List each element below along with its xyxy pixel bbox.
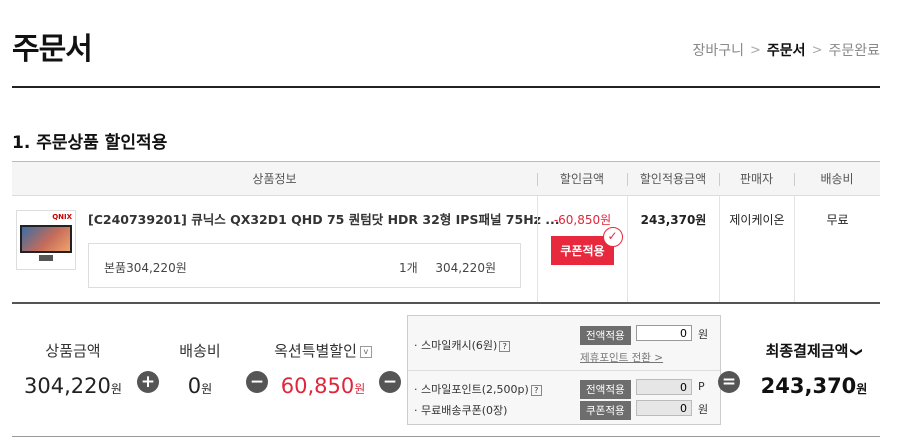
discount-cell: -60,850원 쿠폰적용 ✓ (537, 196, 627, 302)
smile-cash-label: · 스마일캐시(6원)? (414, 337, 511, 353)
check-icon: ✓ (602, 227, 623, 247)
discount-amount: -60,850원 (553, 213, 612, 227)
points-panel: · 스마일캐시(6원)? 전액적용 원 제휴포인트 전환 > · 스마일포인트(… (407, 315, 721, 425)
seller-name[interactable]: 제이케이온 (729, 213, 784, 227)
option-box: 본품304,220원 1개 304,220원 (88, 243, 521, 288)
final-amount-label[interactable]: 최종결제금액 ❯ (749, 340, 879, 361)
minus-icon: − (379, 371, 401, 393)
chevron-down-icon[interactable]: v (359, 345, 372, 358)
chevron-right-icon: > (811, 42, 823, 58)
product-brand: QNIX (52, 213, 72, 221)
minus-icon: − (246, 371, 268, 393)
shipping-cell: 무료 (794, 196, 880, 302)
product-name[interactable]: [C240739201] 큐닉스 QX32D1 QHD 75 퀀텀닷 HDR 3… (88, 209, 560, 228)
monitor-stand-image (39, 255, 53, 261)
applied-amount: 243,370원 (640, 213, 707, 227)
breadcrumb: 장바구니 > 주문서 > 주문완료 (692, 40, 880, 60)
page-title: 주문서 (12, 32, 93, 67)
smile-cash-apply-button[interactable]: 전액적용 (580, 326, 631, 345)
header-product-info: 상품정보 (252, 172, 297, 186)
header-discount: 할인금액 (537, 162, 627, 195)
smile-cash-input[interactable] (636, 325, 692, 341)
smile-point-input[interactable] (636, 379, 692, 395)
free-shipping-coupon-label: · 무료배송쿠폰(0장) (414, 404, 508, 417)
monitor-image (20, 225, 72, 253)
plus-icon: + (137, 371, 159, 393)
free-shipping-coupon-button[interactable]: 쿠폰적용 (580, 401, 631, 420)
header-applied-amount: 할인적용금액 (627, 162, 719, 195)
product-amount-label: 상품금액 (45, 342, 101, 360)
summary-shipping: 배송비 0원 (170, 340, 230, 398)
won-unit: 원 (698, 403, 709, 416)
product-amount-value: 304,220원 (24, 374, 122, 398)
option-quantity: 1개 (399, 261, 418, 275)
breadcrumb-cart[interactable]: 장바구니 (692, 40, 744, 60)
summary-option-discount: 옥션특별할인 v 60,850원 (268, 340, 378, 398)
title-divider (12, 86, 880, 88)
chevron-down-icon[interactable]: ❯ (850, 347, 864, 357)
points-divider (408, 370, 720, 371)
order-table: 상품정보 할인금액 할인적용금액 판매자 배송비 QNIX [C24073920… (12, 161, 880, 304)
help-icon[interactable]: ? (499, 340, 511, 352)
equals-icon: = (718, 371, 740, 393)
applied-amount-cell: 243,370원 (627, 196, 719, 302)
option-price: 304,220원 (435, 261, 496, 275)
won-unit: 원 (698, 328, 709, 341)
shipping-fee: 무료 (826, 213, 849, 227)
option-label: 본품304,220원 (104, 261, 187, 275)
partner-point-convert-link[interactable]: 제휴포인트 전환 > (580, 350, 663, 365)
help-icon[interactable]: ? (530, 384, 542, 396)
product-thumbnail[interactable]: QNIX (16, 210, 76, 270)
free-shipping-coupon-input[interactable] (636, 400, 692, 416)
summary-final: 최종결제금액 ❯ 243,370원 (749, 340, 879, 398)
breadcrumb-complete: 주문완료 (828, 43, 880, 59)
option-discount-label: 옥션특별할인 v (268, 340, 378, 361)
table-header: 상품정보 할인금액 할인적용금액 판매자 배송비 (12, 161, 880, 196)
smile-point-apply-button[interactable]: 전액적용 (580, 380, 631, 399)
chevron-right-icon: > (750, 42, 761, 58)
point-unit: P (698, 380, 705, 393)
header-seller: 판매자 (719, 162, 794, 195)
breadcrumb-order: 주문서 (766, 43, 806, 59)
header-shipping: 배송비 (794, 162, 880, 195)
coupon-apply-label: 쿠폰적용 (560, 244, 605, 258)
shipping-amount-label: 배송비 (179, 342, 221, 360)
seller-cell: 제이케이온 (719, 196, 794, 302)
shipping-amount-value: 0원 (187, 374, 213, 398)
table-row: QNIX [C240739201] 큐닉스 QX32D1 QHD 75 퀀텀닷 … (12, 196, 880, 304)
option-discount-value: 60,850원 (280, 374, 366, 398)
coupon-apply-button[interactable]: 쿠폰적용 ✓ (551, 227, 623, 265)
section-title: 1. 주문상품 할인적용 (12, 133, 168, 153)
final-amount-value: 243,370원 (760, 374, 868, 398)
payment-summary: 상품금액 304,220원 + 배송비 0원 − 옥션특별할인 v 60,850원… (12, 313, 880, 437)
summary-product: 상품금액 304,220원 (18, 340, 128, 398)
product-info-cell: QNIX [C240739201] 큐닉스 QX32D1 QHD 75 퀀텀닷 … (12, 196, 560, 302)
smile-point-label: · 스마일포인트(2,500p)? (414, 381, 542, 397)
